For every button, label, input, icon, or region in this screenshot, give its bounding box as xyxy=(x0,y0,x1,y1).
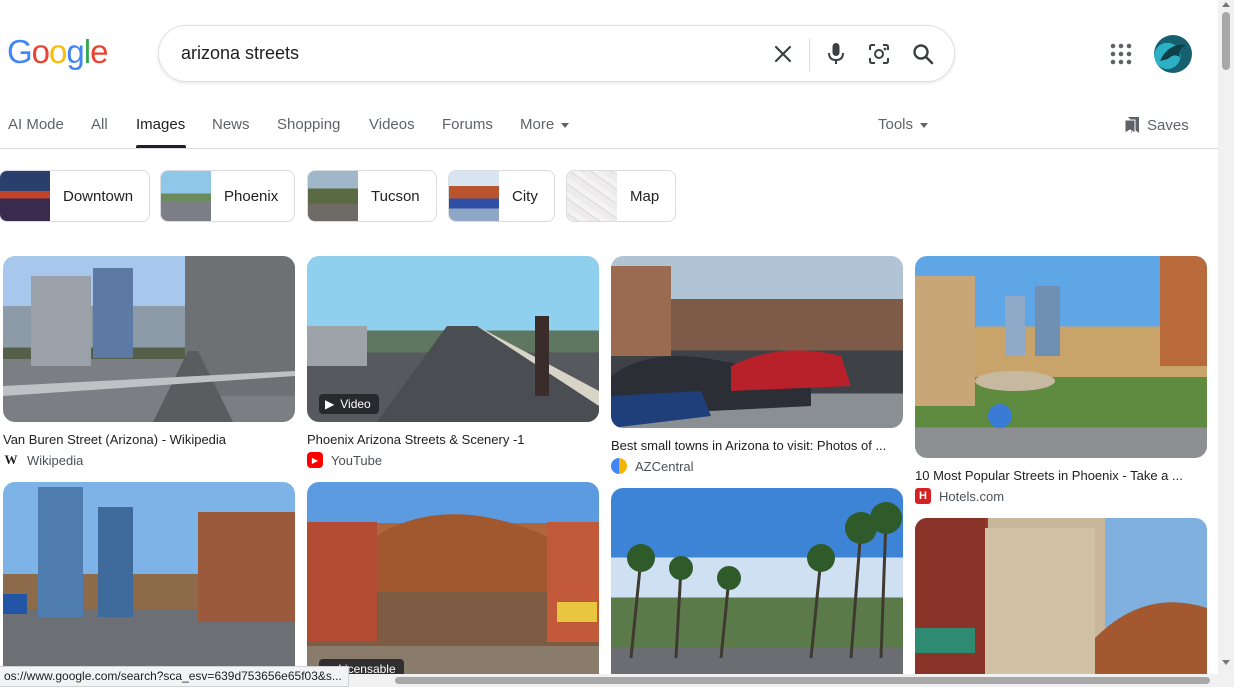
chip-map[interactable]: Map xyxy=(566,170,677,222)
caret-down-icon xyxy=(920,122,929,128)
image-result[interactable]: Best small towns in Arizona to visit: Ph… xyxy=(611,256,903,474)
chip-label: City xyxy=(512,187,538,205)
tools-button[interactable]: Tools xyxy=(878,116,929,133)
image-result[interactable]: 10 Most Popular Streets in Phoenix - Tak… xyxy=(915,256,1207,504)
result-title[interactable]: Best small towns in Arizona to visit: Ph… xyxy=(611,438,903,453)
tab-news[interactable]: News xyxy=(212,116,250,133)
result-source[interactable]: W Wikipedia xyxy=(3,452,295,468)
search-divider xyxy=(809,38,810,71)
chip-thumbnail xyxy=(449,171,499,221)
chip-label: Map xyxy=(630,187,660,205)
tab-forums[interactable]: Forums xyxy=(442,116,493,133)
tools-label: Tools xyxy=(878,116,914,133)
saves-label: Saves xyxy=(1147,116,1189,134)
hotels-icon: H xyxy=(915,488,931,504)
chip-thumbnail xyxy=(308,171,358,221)
result-image[interactable] xyxy=(611,488,903,687)
result-source-name: Wikipedia xyxy=(27,452,84,468)
youtube-icon: ▶ xyxy=(307,452,323,468)
horizontal-scroll-thumb[interactable] xyxy=(395,677,1210,684)
microphone-icon[interactable] xyxy=(823,41,849,67)
result-image[interactable] xyxy=(3,482,295,687)
chip-label: Phoenix xyxy=(224,187,279,205)
google-logo[interactable]: Google xyxy=(7,33,108,71)
image-result[interactable]: ■Licensable xyxy=(307,482,599,687)
chip-thumbnail xyxy=(161,171,211,221)
tab-all[interactable]: All xyxy=(91,116,108,133)
chip-thumbnail xyxy=(567,171,617,221)
search-icon[interactable] xyxy=(910,41,936,67)
tab-more-label: More xyxy=(520,116,555,133)
tab-shopping[interactable]: Shopping xyxy=(277,116,340,133)
logo-letter: o xyxy=(31,33,50,70)
azcentral-icon xyxy=(611,458,627,474)
result-title[interactable]: Phoenix Arizona Streets & Scenery -1 xyxy=(307,432,599,447)
saves-button[interactable]: Saves xyxy=(1124,116,1189,134)
result-title[interactable]: Van Buren Street (Arizona) - Wikipedia xyxy=(3,432,295,447)
avatar[interactable] xyxy=(1154,35,1192,73)
image-result[interactable] xyxy=(915,518,1207,687)
tab-ai-mode[interactable]: AI Mode xyxy=(8,116,64,133)
logo-letter: e xyxy=(90,33,108,70)
status-bar-url: os://www.google.com/search?sca_esv=639d7… xyxy=(0,666,349,687)
result-image[interactable] xyxy=(915,518,1207,687)
play-icon: ▶ xyxy=(325,397,335,411)
tab-images[interactable]: Images xyxy=(136,116,185,133)
caret-down-icon xyxy=(561,122,570,128)
camera-lens-icon[interactable] xyxy=(866,41,892,67)
chip-phoenix[interactable]: Phoenix xyxy=(160,170,296,222)
wikipedia-icon: W xyxy=(3,452,19,468)
video-badge: ▶ Video xyxy=(319,394,379,414)
result-title[interactable]: 10 Most Popular Streets in Phoenix - Tak… xyxy=(915,468,1207,483)
chip-tucson[interactable]: Tucson xyxy=(307,170,437,222)
logo-letter: g xyxy=(66,33,84,70)
active-tab-indicator xyxy=(136,145,186,148)
result-source-name: Hotels.com xyxy=(939,488,1005,504)
scroll-up-arrow-icon[interactable] xyxy=(1222,2,1230,7)
clear-icon[interactable] xyxy=(770,41,796,67)
image-result[interactable] xyxy=(3,482,295,687)
chip-thumbnail xyxy=(0,171,50,221)
scroll-down-arrow-icon[interactable] xyxy=(1222,660,1230,665)
search-box[interactable]: arizona streets xyxy=(158,25,955,82)
result-image[interactable] xyxy=(3,256,295,422)
video-badge-label: Video xyxy=(340,397,371,411)
search-tabs: AI Mode All Images News Shopping Videos … xyxy=(0,104,1218,149)
bookmark-icon xyxy=(1124,117,1139,134)
tab-videos[interactable]: Videos xyxy=(369,116,415,133)
search-input[interactable]: arizona streets xyxy=(181,43,299,64)
image-result[interactable] xyxy=(611,488,903,687)
tab-more[interactable]: More xyxy=(520,116,570,133)
chip-label: Tucson xyxy=(371,187,420,205)
result-source[interactable]: H Hotels.com xyxy=(915,488,1207,504)
chip-label: Downtown xyxy=(63,187,134,205)
vertical-scrollbar[interactable] xyxy=(1218,0,1234,687)
result-image[interactable]: ■Licensable xyxy=(307,482,599,687)
result-source-name: YouTube xyxy=(331,452,383,468)
logo-letter: G xyxy=(7,33,33,70)
vertical-scroll-thumb[interactable] xyxy=(1222,12,1230,70)
image-result[interactable]: Van Buren Street (Arizona) - Wikipedia W… xyxy=(3,256,295,468)
result-image[interactable]: ▶ Video xyxy=(307,256,599,422)
result-source[interactable]: ▶ YouTube xyxy=(307,452,599,468)
result-source[interactable]: AZCentral xyxy=(611,458,903,474)
result-source-name: AZCentral xyxy=(635,458,694,474)
result-image[interactable] xyxy=(915,256,1207,458)
chip-downtown[interactable]: Downtown xyxy=(0,170,151,222)
image-result[interactable]: ▶ Video Phoenix Arizona Streets & Scenery… xyxy=(307,256,599,468)
apps-grid-icon[interactable] xyxy=(1110,43,1132,65)
chip-city[interactable]: City xyxy=(448,170,555,222)
logo-letter: o xyxy=(49,33,67,70)
result-image[interactable] xyxy=(611,256,903,428)
